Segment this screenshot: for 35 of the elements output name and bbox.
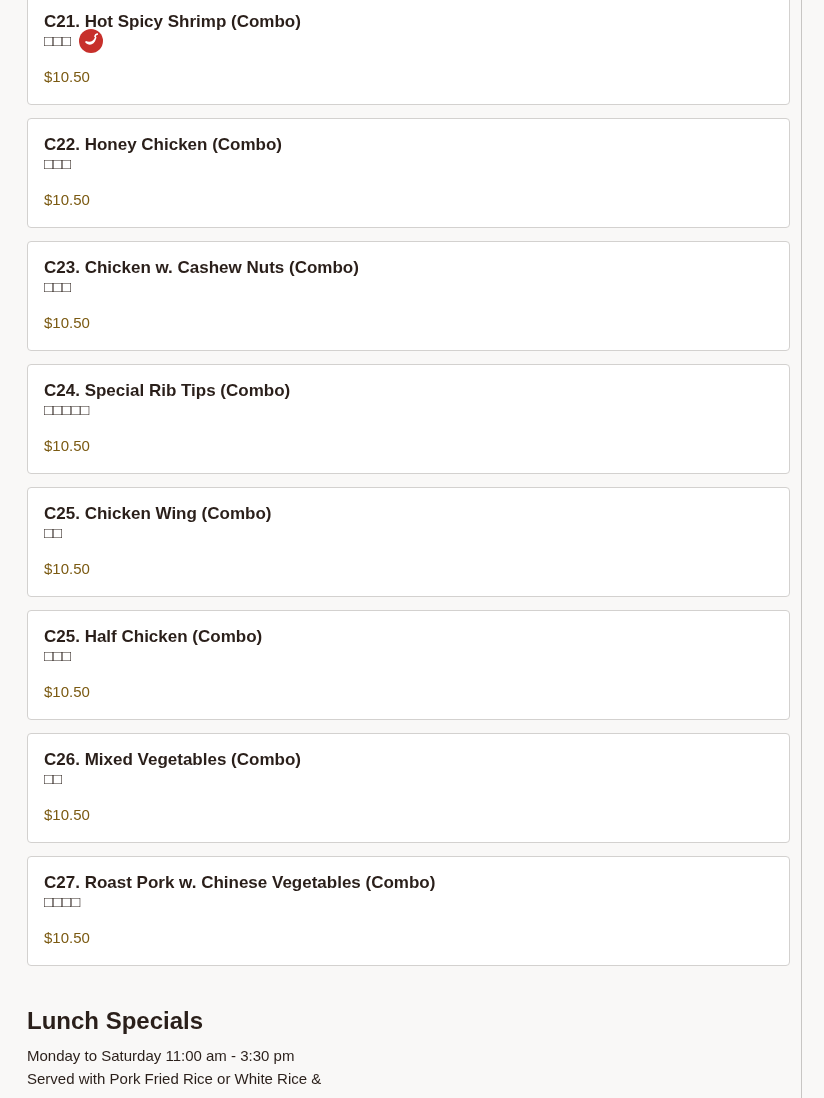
item-price: $10.50 xyxy=(44,190,91,210)
menu-item-card[interactable]: C21. Hot Spicy Shrimp (Combo) □□□ $10.50 xyxy=(27,0,790,105)
item-price: $10.50 xyxy=(44,436,91,456)
menu-item-card[interactable]: C24. Special Rib Tips (Combo) □□□□□ $10.50 xyxy=(27,364,790,474)
item-name: C21. Hot Spicy Shrimp (Combo) xyxy=(44,12,302,32)
chinese-name: □□ xyxy=(44,770,63,788)
menu-item-card[interactable]: C26. Mixed Vegetables (Combo) □□ $10.50 xyxy=(27,733,790,843)
chinese-name: □□□ xyxy=(44,155,72,173)
item-name: C25. Chicken Wing (Combo) xyxy=(44,504,273,524)
menu-item-card[interactable]: C27. Roast Pork w. Chinese Vegetables (Combo) □□□□ $10.50 xyxy=(27,856,790,966)
item-name: C27. Roast Pork w. Chinese Vegetables (Combo) xyxy=(44,873,437,893)
item-price: $10.50 xyxy=(44,682,91,702)
section-heading: Lunch Specials xyxy=(27,1006,205,1036)
item-name: C25. Half Chicken (Combo) xyxy=(44,627,264,647)
item-name: C22. Honey Chicken (Combo) xyxy=(44,135,284,155)
item-price: $10.50 xyxy=(44,805,91,825)
menu-item-card[interactable]: C22. Honey Chicken (Combo) □□□ $10.50 xyxy=(27,118,790,228)
item-price: $10.50 xyxy=(44,313,91,333)
menu-item-card[interactable]: C25. Half Chicken (Combo) □□□ $10.50 xyxy=(27,610,790,720)
section-text: Monday to Saturday 11:00 am - 3:30 pm xyxy=(27,1046,296,1066)
chinese-name: □□□□□ xyxy=(44,401,90,419)
item-price: $10.50 xyxy=(44,559,91,579)
item-name: C24. Special Rib Tips (Combo) xyxy=(44,381,292,401)
item-price: $10.50 xyxy=(44,928,91,948)
chinese-name: □□ xyxy=(44,524,63,542)
menu-item-card[interactable]: C25. Chicken Wing (Combo) □□ $10.50 xyxy=(27,487,790,597)
section-text: Served with Pork Fried Rice or White Rice & xyxy=(27,1069,323,1089)
chinese-name: □□□ xyxy=(44,278,72,296)
chinese-name: □□□ xyxy=(44,32,72,50)
chinese-name: □□□□ xyxy=(44,893,81,911)
item-name: C23. Chicken w. Cashew Nuts (Combo) xyxy=(44,258,360,278)
item-price: $10.50 xyxy=(44,67,91,87)
menu-item-card[interactable]: C23. Chicken w. Cashew Nuts (Combo) □□□ $10.50 xyxy=(27,241,790,351)
item-name: C26. Mixed Vegetables (Combo) xyxy=(44,750,302,770)
chinese-name: □□□ xyxy=(44,647,72,665)
